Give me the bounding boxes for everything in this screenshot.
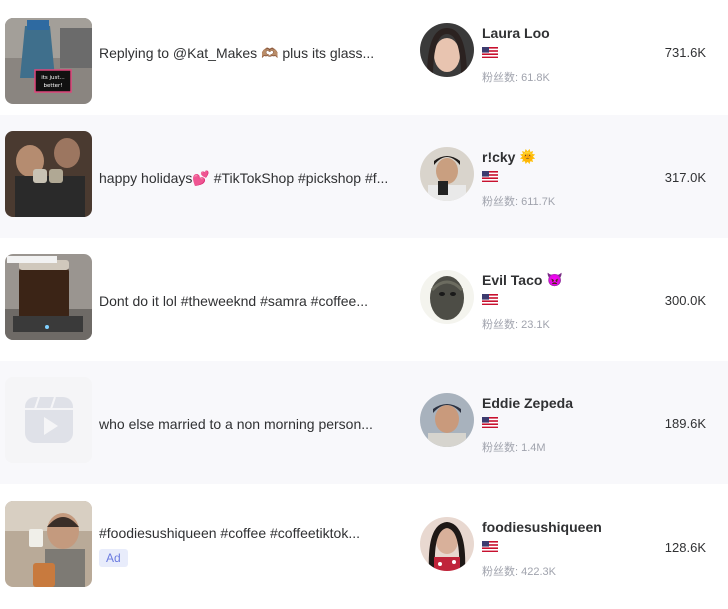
creator-name-line[interactable]: Eddie Zepeda: [482, 394, 577, 412]
view-count: 189.6K: [664, 416, 706, 431]
us-flag-icon: [482, 417, 498, 428]
caption-wrap: Replying to @Kat_Makes 🫶🏽 plus its glass…: [99, 45, 399, 62]
video-thumbnail[interactable]: [5, 501, 92, 587]
creator-info: foodiesushiqueen 粉丝数: 422.3K: [482, 518, 606, 579]
thumb-overlay-text-1: its just...: [41, 75, 65, 81]
avatar[interactable]: [420, 517, 474, 571]
video-thumbnail[interactable]: its just... better!: [5, 18, 92, 104]
follower-count: 粉丝数: 61.8K: [482, 72, 550, 84]
view-count: 317.0K: [664, 170, 706, 185]
creator-info: Eddie Zepeda 粉丝数: 1.4M: [482, 394, 577, 455]
caption-wrap: happy holidays💕 #TikTokShop #pickshop #f…: [99, 170, 399, 187]
thumb-overlay-text-2: better!: [43, 83, 62, 89]
creator-info: Laura Loo 粉丝数: 61.8K: [482, 24, 554, 85]
list-item[interactable]: happy holidays💕 #TikTokShop #pickshop #f…: [0, 115, 728, 238]
follower-count: 粉丝数: 611.7K: [482, 196, 556, 208]
video-list: its just... better! Replying to @Kat_Mak…: [0, 0, 728, 609]
list-item[interactable]: who else married to a non morning person…: [0, 361, 728, 484]
sun-emoji-icon: 🌞: [519, 149, 536, 164]
creator-name-line[interactable]: foodiesushiqueen: [482, 518, 606, 536]
creator-name-line[interactable]: Evil Taco 👿: [482, 271, 563, 289]
video-caption[interactable]: who else married to a non morning person…: [99, 416, 399, 432]
video-caption[interactable]: #foodiesushiqueen #coffee #coffeetiktok.…: [99, 525, 399, 541]
creator-name[interactable]: Laura Loo: [482, 25, 550, 41]
video-thumbnail[interactable]: [5, 131, 92, 217]
list-item[interactable]: #foodiesushiqueen #coffee #coffeetiktok.…: [0, 485, 728, 608]
creator-name[interactable]: foodiesushiqueen: [482, 519, 602, 535]
follower-count: 粉丝数: 1.4M: [482, 442, 546, 454]
view-count: 300.0K: [664, 293, 706, 308]
view-count: 128.6K: [664, 540, 706, 555]
avatar[interactable]: [420, 393, 474, 447]
follower-count: 粉丝数: 422.3K: [482, 566, 556, 578]
creator-name-line[interactable]: Laura Loo: [482, 24, 554, 42]
list-item[interactable]: Dont do it lol #theweeknd #samra #coffee…: [0, 238, 728, 361]
creator-info: Evil Taco 👿 粉丝数: 23.1K: [482, 271, 563, 332]
avatar[interactable]: [420, 23, 474, 77]
caption-wrap: who else married to a non morning person…: [99, 416, 399, 432]
caption-wrap: #foodiesushiqueen #coffee #coffeetiktok.…: [99, 525, 399, 567]
creator-name[interactable]: Evil Taco: [482, 272, 542, 288]
creator-name-line[interactable]: r!cky 🌞: [482, 148, 555, 166]
list-item[interactable]: its just... better! Replying to @Kat_Mak…: [0, 0, 728, 114]
creator-name[interactable]: Eddie Zepeda: [482, 395, 573, 411]
devil-emoji-icon: 👿: [546, 272, 563, 287]
creator-info: r!cky 🌞 粉丝数: 611.7K: [482, 148, 555, 209]
caption-wrap: Dont do it lol #theweeknd #samra #coffee…: [99, 293, 399, 309]
us-flag-icon: [482, 294, 498, 305]
us-flag-icon: [482, 47, 498, 58]
video-caption[interactable]: happy holidays💕 #TikTokShop #pickshop #f…: [99, 170, 399, 187]
video-caption[interactable]: Replying to @Kat_Makes 🫶🏽 plus its glass…: [99, 45, 399, 62]
ad-badge: Ad: [99, 549, 128, 567]
avatar[interactable]: [420, 147, 474, 201]
video-thumbnail[interactable]: [5, 254, 92, 340]
video-thumbnail-placeholder[interactable]: [5, 377, 92, 463]
follower-count: 粉丝数: 23.1K: [482, 319, 550, 331]
us-flag-icon: [482, 541, 498, 552]
video-placeholder-icon: [5, 377, 92, 463]
view-count: 731.6K: [664, 45, 706, 60]
avatar[interactable]: [420, 270, 474, 324]
creator-name[interactable]: r!cky: [482, 149, 515, 165]
video-caption[interactable]: Dont do it lol #theweeknd #samra #coffee…: [99, 293, 399, 309]
us-flag-icon: [482, 171, 498, 182]
